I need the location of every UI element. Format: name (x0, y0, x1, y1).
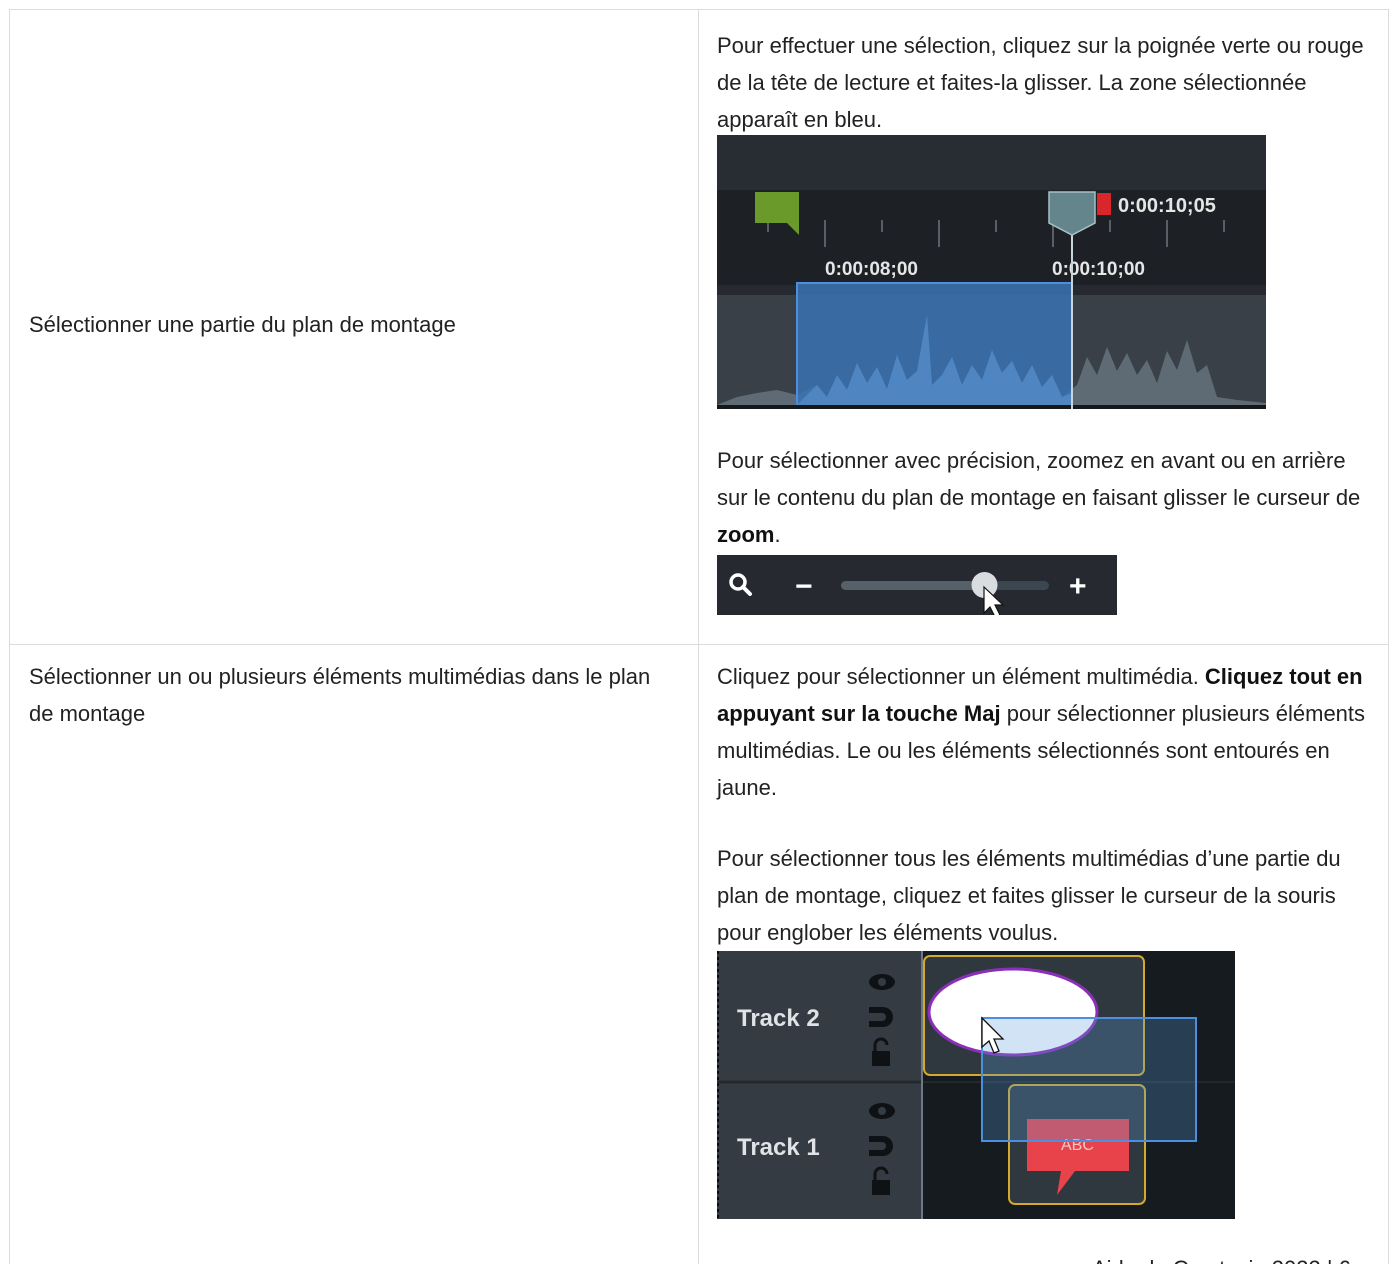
instruction-paragraph: Pour sélectionner tous les éléments mult… (717, 846, 1341, 945)
table-cell-feature: Sélectionner un ou plusieurs éléments mu… (9, 644, 699, 1264)
features-table: Sélectionner une partie du plan de monta… (9, 9, 1389, 1264)
zoom-slider-fill (841, 581, 985, 590)
paragraph-text: Cliquez pour sélectionner un élément mul… (717, 664, 1205, 689)
paragraph-text: . (774, 522, 781, 547)
feature-label-select-media: Sélectionner un ou plusieurs éléments mu… (29, 664, 651, 726)
track-1-label: Track 1 (737, 1134, 820, 1161)
track-2-label: Track 2 (737, 1005, 820, 1032)
playhead-time-label: 0:00:10;05 (1118, 195, 1216, 217)
page-footer: Aide de Camtasia 2022 | 6 (1092, 1250, 1351, 1264)
feature-label-select-part: Sélectionner une partie du plan de monta… (29, 312, 456, 337)
table-cell-feature: Sélectionner une partie du plan de monta… (9, 9, 699, 645)
red-handle-icon[interactable] (1097, 193, 1111, 215)
paragraph-text: Pour sélectionner avec précision, zoomez… (717, 448, 1361, 510)
instruction-paragraph: Pour sélectionner avec précision, zoomez… (717, 442, 1377, 553)
ruler-label-1: 0:00:08;00 (825, 259, 918, 280)
table-row: Sélectionner un ou plusieurs éléments mu… (9, 644, 1389, 1264)
marquee-selection (981, 1017, 1197, 1142)
table-cell-description: Cliquez pour sélectionner un élément mul… (698, 644, 1389, 1264)
zoom-slider-screenshot: − + (717, 555, 1117, 615)
bold-term-zoom: zoom (717, 522, 775, 547)
zoom-in-icon[interactable]: + (1069, 570, 1087, 603)
ruler-label-2: 0:00:10;00 (1052, 259, 1145, 280)
table-row: Sélectionner une partie du plan de monta… (9, 9, 1389, 645)
tracks-selection-screenshot: Track 2 Track 1 ABC (717, 951, 1235, 1219)
table-cell-description: Pour effectuer une sélection, cliquez su… (698, 9, 1389, 645)
instruction-paragraph: Cliquez pour sélectionner un élément mul… (717, 658, 1377, 806)
zoom-out-icon[interactable]: − (795, 570, 813, 603)
eye-icon[interactable] (869, 974, 895, 990)
instruction-paragraph: Pour effectuer une sélection, cliquez su… (717, 33, 1364, 132)
timeline-selection-screenshot: 0:00:08;00 0:00:10;00 0:00:10;05 (717, 135, 1266, 409)
eye-icon[interactable] (869, 1103, 895, 1119)
